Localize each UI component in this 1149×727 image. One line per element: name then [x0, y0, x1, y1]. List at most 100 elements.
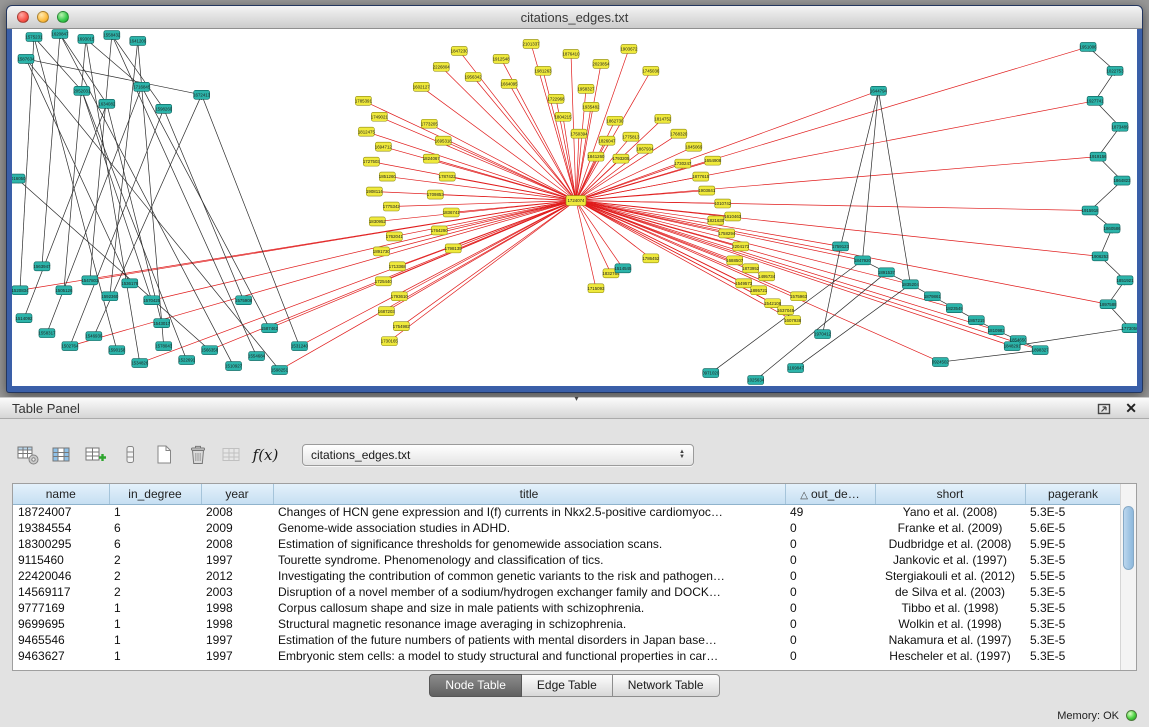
network-canvas[interactable]: 1724074178539117490211812475169471217275… [12, 29, 1137, 386]
graph-node[interactable]: 1793205 [612, 154, 630, 163]
graph-node[interactable]: 1919156 [1090, 152, 1108, 161]
graph-node[interactable]: 1620847 [51, 29, 69, 38]
graph-edge[interactable] [576, 201, 1040, 351]
graph-node[interactable]: 1644794 [870, 86, 888, 95]
graph-node[interactable]: 1716845 [133, 82, 151, 91]
graph-node[interactable]: 1862730 [606, 116, 624, 125]
graph-node[interactable]: 0971020 [702, 369, 720, 378]
window-titlebar[interactable]: citations_edges.txt [7, 6, 1142, 29]
graph-node[interactable]: 1558432 [103, 30, 121, 39]
tab-network-table[interactable]: Network Table [613, 674, 720, 697]
graph-edge[interactable] [90, 35, 112, 280]
graph-edge[interactable] [576, 201, 793, 321]
graph-node[interactable]: 1598251 [271, 366, 289, 375]
graph-node[interactable]: 1860586 [1104, 224, 1122, 233]
graph-node[interactable]: 1845069 [685, 142, 703, 151]
table-row[interactable]: 911546021997Tourette syndrome. Phenomeno… [13, 552, 1121, 568]
graph-node[interactable]: 1786452 [642, 254, 660, 263]
graph-node[interactable]: 1022753 [1107, 66, 1125, 75]
table-row[interactable]: 1938455462009Genome-wide association stu… [13, 520, 1121, 536]
graph-edge[interactable] [878, 91, 910, 284]
graph-node[interactable]: 1775342 [383, 202, 401, 211]
graph-node[interactable]: 1841260 [587, 152, 605, 161]
graph-node[interactable]: 1587462 [261, 324, 279, 333]
graph-edge[interactable] [140, 201, 576, 364]
graph-node[interactable]: 1722968 [548, 94, 566, 103]
graph-edge[interactable] [20, 37, 34, 290]
graph-node[interactable]: 1575963 [790, 292, 808, 301]
graph-node[interactable]: 1598260 [155, 104, 173, 113]
graph-node[interactable]: 1906253 [1092, 252, 1110, 261]
graph-node[interactable]: 1563947 [33, 262, 51, 271]
graph-node[interactable]: 1873952 [742, 264, 760, 273]
graph-edge[interactable] [366, 132, 576, 201]
graph-node[interactable]: 1847920 [854, 256, 872, 265]
graph-node[interactable]: 1688507 [726, 256, 744, 265]
graph-node[interactable]: 1558317 [38, 329, 56, 338]
graph-edge[interactable] [576, 201, 1108, 305]
graph-node[interactable]: 1514092 [15, 314, 33, 323]
table-row[interactable]: 1872400712008Changes of HCN gene express… [13, 504, 1121, 520]
graph-node[interactable]: 1898327 [1032, 346, 1050, 355]
column-header-pagerank[interactable]: pagerank [1025, 484, 1121, 504]
graph-node[interactable]: 1851921 [1116, 276, 1134, 285]
graph-node[interactable]: 1897588 [1100, 300, 1118, 309]
graph-node[interactable]: 1867215 [968, 316, 986, 325]
memory-status-indicator[interactable] [1126, 710, 1137, 721]
import-table-button[interactable] [218, 443, 245, 468]
graph-node[interactable]: 1762041 [386, 232, 404, 241]
graph-node[interactable]: 1570425 [143, 296, 161, 305]
graph-node[interactable]: 1958327 [577, 84, 595, 93]
graph-node[interactable]: 1554684 [248, 352, 266, 361]
graph-edge[interactable] [381, 201, 576, 252]
graph-node[interactable]: 1821630 [707, 216, 725, 225]
graph-node[interactable]: 1641209 [129, 36, 147, 45]
graph-node[interactable]: 1547803 [81, 276, 99, 285]
graph-edge[interactable] [299, 201, 576, 347]
table-mode-button[interactable] [14, 443, 41, 468]
graph-node[interactable]: 1592360 [101, 292, 119, 301]
graph-edge[interactable] [164, 109, 244, 300]
graph-node[interactable]: 1935482 [582, 102, 600, 111]
graph-node[interactable]: 1823549 [946, 304, 964, 313]
graph-node[interactable]: 1713368 [389, 262, 407, 271]
graph-node[interactable]: 1903841 [698, 186, 716, 195]
graph-node[interactable]: 1847230 [451, 46, 469, 55]
graph-node[interactable]: 1908114 [366, 187, 383, 196]
graph-node[interactable]: 1634082 [98, 99, 116, 108]
create-column-button[interactable] [82, 443, 109, 468]
graph-edge[interactable] [841, 91, 879, 247]
graph-node[interactable]: 1775813 [622, 132, 640, 141]
table-row[interactable]: 1830029562008Estimation of significance … [13, 536, 1121, 552]
graph-node[interactable]: 1575908 [235, 296, 253, 305]
graph-node[interactable]: 1590158 [108, 346, 126, 355]
row-selection-button[interactable] [116, 443, 143, 468]
graph-node[interactable]: 1793610 [391, 292, 409, 301]
graph-node[interactable]: 1502764 [61, 342, 79, 351]
graph-edge[interactable] [270, 201, 576, 329]
graph-node[interactable]: 1510927 [225, 362, 243, 371]
graph-edge[interactable] [142, 87, 270, 328]
graph-node[interactable]: 1025634 [747, 376, 765, 385]
graph-node[interactable]: 1010742 [714, 199, 732, 208]
graph-node[interactable]: 1970412 [814, 330, 832, 339]
graph-node[interactable]: 1536178 [121, 279, 139, 288]
graph-edge[interactable] [576, 157, 1098, 201]
table-row[interactable]: 946362711997Embryonic stem cells: a mode… [13, 648, 1121, 664]
graph-edge[interactable] [202, 95, 300, 346]
graph-node[interactable]: 1773056 [1121, 324, 1137, 333]
graph-node[interactable]: 1810983 [988, 326, 1006, 335]
column-header-year[interactable]: year [201, 484, 273, 504]
graph-node[interactable]: 1549573 [735, 279, 753, 288]
graph-node[interactable]: 1895721 [750, 286, 768, 295]
graph-edge[interactable] [823, 246, 841, 334]
table-selector-dropdown[interactable]: citations_edges.txt ▲▼ [302, 444, 694, 466]
graph-node[interactable]: 1750394 [570, 129, 588, 138]
graph-node[interactable]: 1169847 [787, 364, 804, 373]
graph-node[interactable]: 1768320 [670, 129, 688, 138]
graph-node[interactable]: 1835204 [902, 280, 920, 289]
graph-node[interactable]: 1534826 [131, 359, 149, 368]
graph-node[interactable]: 1531240 [291, 342, 309, 351]
graph-node[interactable]: 1785391 [355, 96, 373, 105]
graph-node[interactable]: 1709853 [427, 190, 445, 199]
